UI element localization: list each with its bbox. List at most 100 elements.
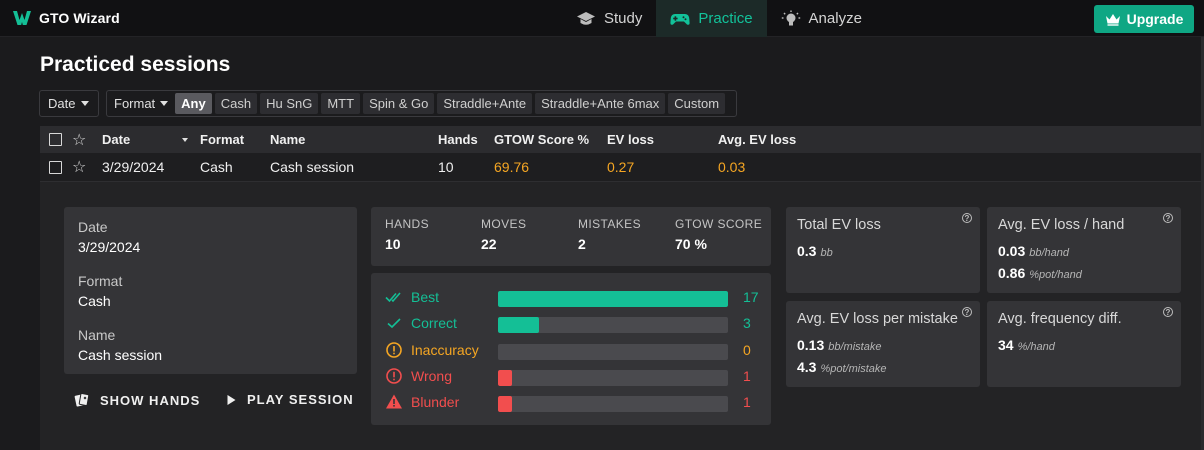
column-label: Date	[102, 132, 131, 147]
column-header-hands[interactable]: Hands	[438, 126, 478, 153]
brand[interactable]: GTO Wizard	[12, 8, 120, 28]
sort-caret-icon[interactable]	[182, 126, 188, 153]
column-header-score[interactable]: GTOW Score %	[494, 126, 589, 153]
format-filter: Format Any Cash Hu SnG MTT Spin & Go Str…	[106, 90, 737, 117]
upgrade-label: Upgrade	[1126, 11, 1184, 27]
date-filter-dropdown[interactable]: Date	[39, 90, 99, 117]
format-chip-any[interactable]: Any	[175, 93, 212, 114]
page-title: Practiced sessions	[40, 53, 231, 76]
format-chip-straddle-ante-6max[interactable]: Straddle+Ante 6max	[535, 93, 666, 114]
format-filter-label: Format	[114, 96, 156, 111]
metric-avg-frequency-diff: ? Avg. frequency diff. 34 %/hand	[987, 301, 1181, 387]
stat-moves: MOVES 22	[481, 217, 526, 252]
nav-tab-label: Study	[604, 10, 643, 27]
metric-value: 34	[998, 337, 1014, 353]
format-chip-spin-go[interactable]: Spin & Go	[363, 93, 435, 114]
metric-value: 0.03	[998, 243, 1026, 259]
help-icon[interactable]: ?	[962, 307, 972, 317]
info-circle-icon	[386, 342, 402, 358]
column-header-name[interactable]: Name	[270, 126, 305, 153]
help-icon[interactable]: ?	[962, 213, 972, 223]
cards-icon	[74, 393, 90, 407]
stat-label: HANDS	[385, 217, 430, 231]
select-all-checkbox[interactable]	[49, 126, 62, 153]
lightbulb-icon	[781, 10, 800, 25]
caret-down-icon	[81, 101, 90, 106]
column-header-date[interactable]: Date	[102, 126, 130, 153]
nav-tab-analyze[interactable]: Analyze	[767, 0, 876, 37]
row-checkbox[interactable]	[49, 153, 62, 181]
upgrade-button[interactable]: Upgrade	[1094, 5, 1194, 33]
help-icon[interactable]: ?	[1163, 307, 1173, 317]
show-hands-button[interactable]: SHOW HANDS	[74, 392, 200, 408]
metric-total-ev-loss: ? Total EV loss 0.3 bb	[786, 207, 980, 293]
metric-unit: bb/hand	[1029, 247, 1070, 259]
metric-title: Avg. frequency diff.	[998, 311, 1122, 327]
alert-circle-icon	[386, 368, 402, 384]
breakdown-label: Best	[411, 289, 440, 305]
breakdown-bar	[498, 370, 728, 386]
nav-tab-practice[interactable]: Practice	[656, 0, 767, 37]
row-name: Cash session	[270, 159, 355, 175]
graduation-cap-icon	[577, 11, 595, 25]
column-header-avg-ev-loss[interactable]: Avg. EV loss	[718, 126, 796, 153]
stat-mistakes: MISTAKES 2	[578, 217, 641, 252]
format-chip-hu-sng[interactable]: Hu SnG	[260, 93, 319, 114]
breakdown-label: Inaccuracy	[411, 342, 479, 358]
breakdown-bar-fill	[498, 396, 512, 412]
metric-unit: %/hand	[1017, 341, 1055, 353]
info-label-format: Format	[78, 273, 123, 289]
top-bar: GTO Wizard Study Practice Analyze Upgrad…	[0, 0, 1204, 37]
metric-avg-ev-loss-per-mistake: ? Avg. EV loss per mistake 0.13 bb/mistak…	[786, 301, 980, 387]
format-chip-cash[interactable]: Cash	[214, 93, 258, 114]
show-hands-label: SHOW HANDS	[100, 392, 201, 408]
table-row[interactable]: ☆ 3/29/2024 Cash Cash session 10 69.76 0…	[40, 153, 1201, 182]
stat-label: GTOW SCORE	[675, 217, 763, 231]
stat-value: 10	[385, 236, 401, 252]
column-header-format[interactable]: Format	[200, 126, 244, 153]
metric-value: 0.13	[797, 337, 825, 353]
breakdown-count: 1	[743, 368, 751, 384]
play-session-label: PLAY SESSION	[247, 392, 354, 407]
nav-tab-study[interactable]: Study	[562, 0, 656, 37]
info-value-date: 3/29/2024	[78, 239, 141, 255]
warning-triangle-icon	[386, 394, 402, 409]
row-avg-ev-loss: 0.03	[718, 159, 746, 175]
row-score: 69.76	[494, 159, 530, 175]
format-chip-straddle-ante[interactable]: Straddle+Ante	[437, 93, 533, 114]
help-icon[interactable]: ?	[1163, 213, 1173, 223]
breakdown-bar-fill	[498, 317, 540, 333]
breakdown-label: Wrong	[411, 368, 452, 384]
sessions-table-header: ☆ Date Format Name Hands GTOW Score % EV…	[40, 126, 1201, 153]
format-filter-dropdown[interactable]: Format	[114, 96, 169, 111]
breakdown-bar	[498, 344, 728, 360]
star-icon[interactable]: ☆	[72, 153, 86, 181]
breakdown-label: Blunder	[411, 394, 460, 410]
stat-value: 22	[481, 236, 497, 252]
metric-unit: bb	[820, 247, 833, 259]
check-icon	[387, 318, 401, 329]
play-session-button[interactable]: PLAY SESSION	[226, 392, 354, 407]
stat-gtow-score: GTOW SCORE 70 %	[675, 217, 762, 252]
breakdown-row-inaccuracy: Inaccuracy 0	[371, 340, 771, 360]
breakdown-label: Correct	[411, 315, 457, 331]
row-date: 3/29/2024	[102, 159, 165, 175]
metric-title: Avg. EV loss / hand	[998, 217, 1125, 233]
metric-unit: bb/mistake	[828, 341, 882, 353]
row-ev-loss: 0.27	[607, 159, 635, 175]
breakdown-row-wrong: Wrong 1	[371, 366, 771, 386]
info-label-name: Name	[78, 327, 116, 343]
nav-tab-label: Practice	[698, 10, 753, 27]
metric-unit: %pot/mistake	[820, 363, 887, 375]
gamepad-icon	[670, 13, 690, 25]
breakdown-row-blunder: Blunder 1	[371, 392, 771, 412]
column-header-ev-loss[interactable]: EV loss	[607, 126, 654, 153]
breakdown-bar	[498, 317, 728, 333]
main-nav: Study Practice Analyze	[562, 0, 876, 37]
row-format: Cash	[200, 159, 233, 175]
info-value-format: Cash	[78, 293, 111, 309]
star-icon[interactable]: ☆	[72, 126, 86, 153]
format-chip-custom[interactable]: Custom	[668, 93, 726, 114]
format-chip-mtt[interactable]: MTT	[321, 93, 361, 114]
info-label-date: Date	[78, 219, 108, 235]
